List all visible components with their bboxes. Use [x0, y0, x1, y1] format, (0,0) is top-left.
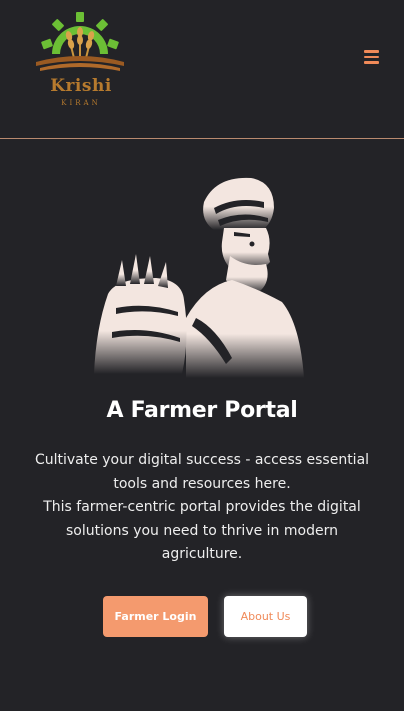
logo-subtitle: KIRAN [61, 99, 101, 107]
site-header: Krishi KIRAN [0, 0, 404, 139]
menu-bar [364, 50, 379, 53]
logo-name: Krishi [50, 76, 112, 96]
hero-paragraph-2: This farmer-centric portal provides the … [43, 499, 361, 562]
logo-emblem-icon [36, 12, 124, 71]
menu-bar [364, 55, 379, 58]
menu-bar [364, 61, 379, 64]
hero-paragraph-1: Cultivate your digital success - access … [34, 452, 370, 492]
page-title: A Farmer Portal [106, 398, 298, 423]
hero-description: Cultivate your digital success - access … [24, 449, 380, 567]
about-us-button[interactable]: About Us [224, 596, 307, 637]
krishi-kiran-logo[interactable]: Krishi KIRAN [30, 6, 130, 110]
hamburger-menu-icon[interactable] [362, 48, 382, 66]
farmer-illustration [94, 177, 304, 378]
page: Krishi KIRAN A Farmer Portal Cultivate y… [0, 0, 404, 711]
farmer-login-button[interactable]: Farmer Login [103, 596, 208, 637]
